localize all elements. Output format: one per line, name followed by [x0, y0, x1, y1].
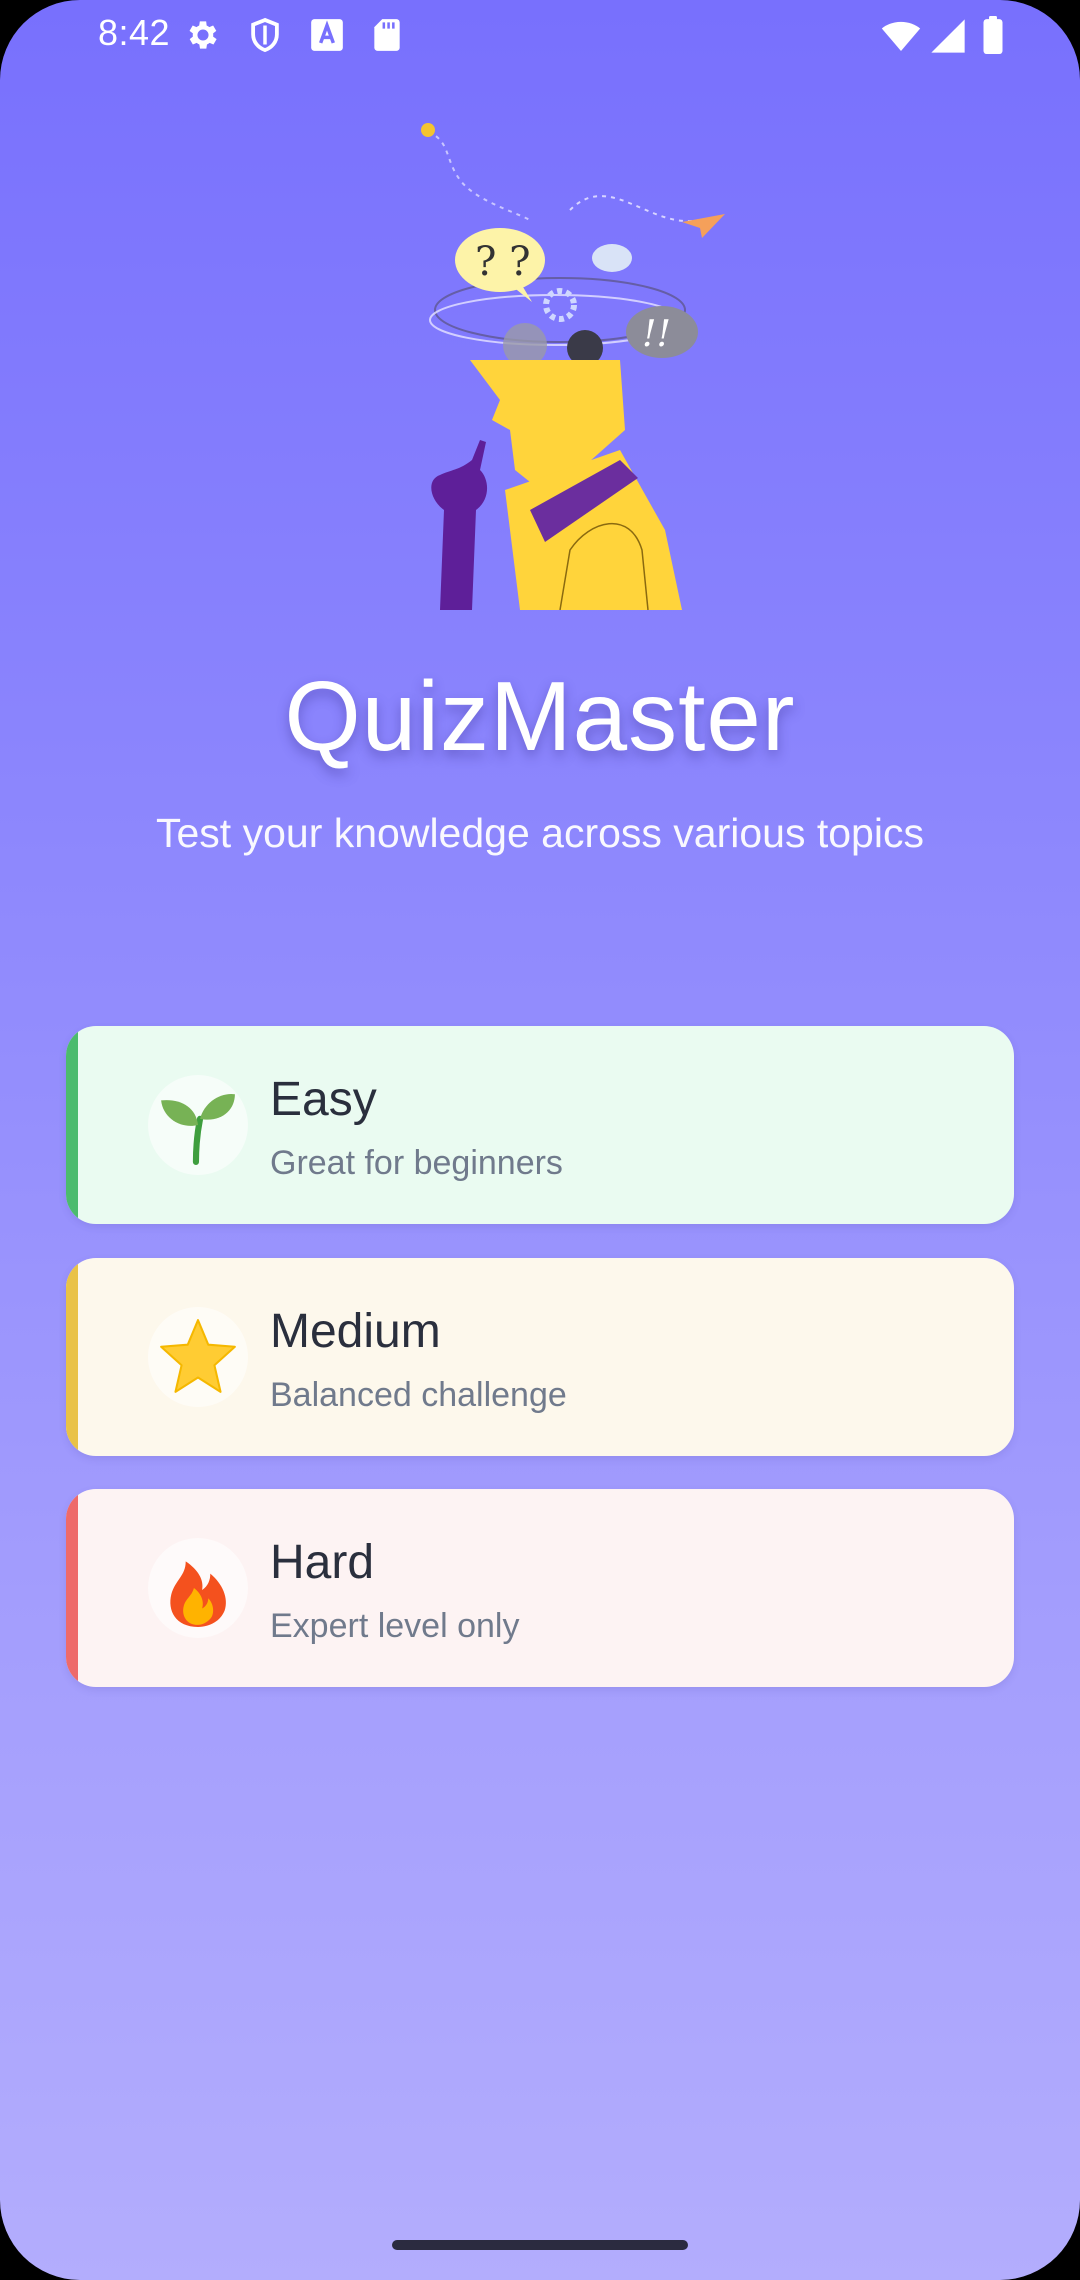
sd-card-icon — [368, 16, 406, 54]
card-accent-bar — [66, 1258, 78, 1456]
difficulty-card-hard[interactable]: Hard Expert level only — [66, 1489, 1014, 1687]
card-accent-bar — [66, 1026, 78, 1224]
app-screen: 8:42 ? ? !! QuizMaster Test your knowled… — [0, 0, 1080, 2280]
card-accent-bar — [66, 1489, 78, 1687]
card-description: Great for beginners — [270, 1144, 563, 1182]
difficulty-card-easy[interactable]: Easy Great for beginners — [66, 1026, 1014, 1224]
battery-icon — [980, 16, 1006, 54]
card-title: Medium — [270, 1305, 441, 1358]
difficulty-card-medium[interactable]: Medium Balanced challenge — [66, 1258, 1014, 1456]
settings-icon — [184, 16, 222, 54]
wifi-icon — [880, 16, 922, 56]
status-time: 8:42 — [98, 12, 171, 53]
card-title: Easy — [270, 1073, 377, 1126]
thinking-person-illustration: ? ? !! — [420, 110, 740, 610]
home-indicator[interactable] — [392, 2240, 688, 2250]
cell-signal-icon — [928, 16, 968, 56]
shield-icon — [246, 16, 284, 54]
seedling-icon — [148, 1075, 248, 1175]
star-icon — [148, 1307, 248, 1407]
svg-text:!!: !! — [642, 314, 671, 355]
fire-icon — [148, 1538, 248, 1638]
svg-text:? ?: ? ? — [475, 239, 531, 285]
card-description: Expert level only — [270, 1607, 520, 1645]
font-a-icon — [308, 16, 346, 54]
app-subtitle: Test your knowledge across various topic… — [156, 810, 924, 856]
status-bar: 8:42 — [0, 0, 1080, 70]
card-title: Hard — [270, 1536, 375, 1589]
card-description: Balanced challenge — [270, 1376, 567, 1414]
app-title: QuizMaster — [284, 661, 796, 771]
